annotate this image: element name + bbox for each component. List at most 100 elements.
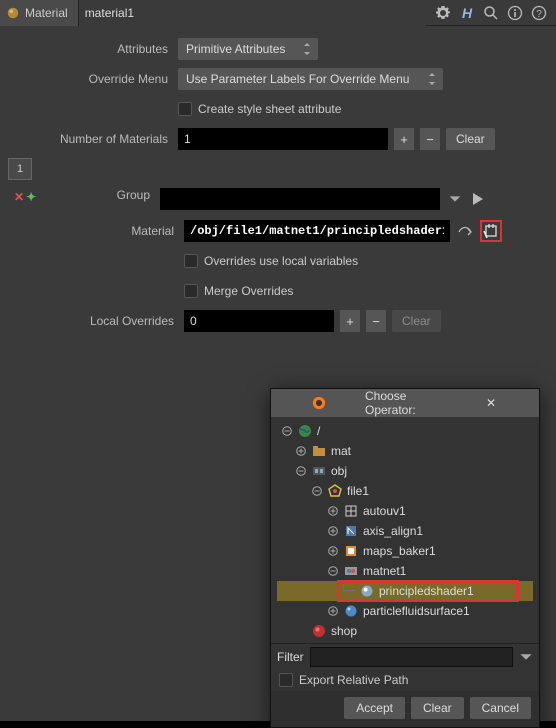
- expand-icon[interactable]: [327, 525, 339, 537]
- tree-item-principledshader1[interactable]: principledshader1: [277, 581, 533, 601]
- dialog-body: / mat obj file1: [271, 417, 539, 641]
- accept-button[interactable]: Accept: [344, 697, 405, 719]
- dialog-titlebar[interactable]: Choose Operator: ✕: [271, 389, 539, 417]
- group-select-viewport-icon[interactable]: [470, 191, 486, 207]
- choose-operator-dialog: Choose Operator: ✕ / mat obj: [270, 388, 540, 728]
- override-menu-value: Use Parameter Labels For Override Menu: [186, 72, 409, 86]
- shader-icon: [359, 583, 375, 599]
- material-label: Material: [8, 224, 184, 238]
- expand-icon[interactable]: [327, 545, 339, 557]
- tree-item-file1[interactable]: file1: [277, 481, 533, 501]
- network-icon: [311, 463, 327, 479]
- local-overrides-input[interactable]: [184, 310, 334, 332]
- merge-overrides-label: Merge Overrides: [204, 284, 293, 298]
- operator-tree: / mat obj file1: [277, 421, 533, 641]
- tab-label: Material: [25, 6, 68, 20]
- header-toolbar: H ?: [426, 4, 556, 22]
- material-chooser-button[interactable]: [480, 220, 502, 242]
- clear-button[interactable]: Clear: [411, 697, 464, 719]
- local-overrides-clear[interactable]: Clear: [392, 310, 441, 332]
- material-path-input[interactable]: [184, 220, 450, 242]
- filter-dropdown-icon[interactable]: [519, 647, 533, 667]
- tree-label: shop: [331, 624, 357, 638]
- tree-item-particlefluidsurface1[interactable]: particlefluidsurface1: [277, 601, 533, 621]
- group-input[interactable]: [160, 188, 440, 210]
- material-node-icon: [6, 6, 20, 20]
- info-icon[interactable]: [506, 4, 524, 22]
- tree-item-matnet1[interactable]: matnet1: [277, 561, 533, 581]
- num-materials-plus[interactable]: +: [394, 128, 414, 150]
- collapse-icon[interactable]: [327, 565, 339, 577]
- instance-remove-button[interactable]: ✕: [14, 188, 24, 206]
- material-jump-icon[interactable]: [454, 220, 476, 242]
- tree-item-shop[interactable]: shop: [277, 621, 533, 641]
- sop-icon: [343, 543, 359, 559]
- tree-label: mat: [331, 444, 351, 458]
- collapse-icon[interactable]: [311, 485, 323, 497]
- shop-icon: [311, 623, 327, 639]
- attributes-label: Attributes: [8, 42, 178, 56]
- overrides-local-label: Overrides use local variables: [204, 254, 358, 268]
- houdini-hq-icon[interactable]: H: [458, 4, 476, 22]
- houdini-logo-icon: [279, 395, 359, 411]
- attributes-dropdown[interactable]: Primitive Attributes: [178, 38, 318, 60]
- filter-input[interactable]: [310, 647, 513, 667]
- tree-label: /: [317, 424, 320, 438]
- dropdown-arrow-icon: [302, 43, 312, 55]
- overrides-local-checkbox[interactable]: [184, 254, 198, 268]
- tree-item-mat[interactable]: mat: [277, 441, 533, 461]
- num-materials-label: Number of Materials: [8, 132, 178, 146]
- tree-label: obj: [331, 464, 347, 478]
- node-name-input[interactable]: [79, 0, 426, 26]
- gear-icon[interactable]: [434, 4, 452, 22]
- tree-label: autouv1: [363, 504, 406, 518]
- tree-label: file1: [347, 484, 369, 498]
- tree-item-autouv1[interactable]: autouv1: [277, 501, 533, 521]
- num-materials-clear[interactable]: Clear: [446, 128, 495, 150]
- sop-icon: [343, 523, 359, 539]
- local-overrides-minus[interactable]: −: [366, 310, 386, 332]
- tree-item-obj[interactable]: obj: [277, 461, 533, 481]
- tree-label: particlefluidsurface1: [363, 604, 470, 618]
- filter-label: Filter: [277, 650, 304, 664]
- sop-icon: [343, 503, 359, 519]
- world-icon: [297, 423, 313, 439]
- create-style-checkbox[interactable]: [178, 102, 192, 116]
- node-tab[interactable]: Material: [0, 0, 79, 26]
- help-icon[interactable]: ?: [530, 4, 548, 22]
- collapse-icon[interactable]: [295, 465, 307, 477]
- header: Material H ?: [0, 0, 556, 26]
- matnet-icon: [343, 563, 359, 579]
- tree-label: axis_align1: [363, 524, 423, 538]
- cancel-button[interactable]: Cancel: [470, 697, 531, 719]
- tree-label: matnet1: [363, 564, 406, 578]
- override-menu-dropdown[interactable]: Use Parameter Labels For Override Menu: [178, 68, 443, 90]
- attributes-value: Primitive Attributes: [186, 42, 285, 56]
- group-dropdown-icon[interactable]: [444, 188, 466, 210]
- search-icon[interactable]: [482, 4, 500, 22]
- expand-icon[interactable]: [327, 505, 339, 517]
- group-label: Group: [34, 188, 160, 202]
- override-menu-label: Override Menu: [8, 72, 178, 86]
- tree-item-maps-baker1[interactable]: maps_baker1: [277, 541, 533, 561]
- tree-item-axis-align1[interactable]: axis_align1: [277, 521, 533, 541]
- folder-icon: [311, 443, 327, 459]
- expand-icon[interactable]: [295, 445, 307, 457]
- geo-icon: [327, 483, 343, 499]
- num-materials-input[interactable]: [178, 128, 388, 150]
- local-overrides-plus[interactable]: +: [340, 310, 360, 332]
- tree-label: maps_baker1: [363, 544, 436, 558]
- tree-item-root[interactable]: /: [277, 421, 533, 441]
- collapse-icon[interactable]: [281, 425, 293, 437]
- dialog-close-button[interactable]: ✕: [451, 394, 531, 412]
- expand-icon[interactable]: [327, 605, 339, 617]
- merge-overrides-checkbox[interactable]: [184, 284, 198, 298]
- num-materials-minus[interactable]: −: [420, 128, 440, 150]
- multiparm-tab-1[interactable]: 1: [8, 158, 32, 180]
- create-style-label: Create style sheet attribute: [198, 102, 341, 116]
- dialog-title: Choose Operator:: [365, 389, 445, 417]
- export-relative-label: Export Relative Path: [299, 673, 408, 687]
- tree-label: principledshader1: [379, 584, 474, 598]
- dropdown-arrow-icon: [427, 73, 437, 85]
- export-relative-checkbox[interactable]: [279, 673, 293, 687]
